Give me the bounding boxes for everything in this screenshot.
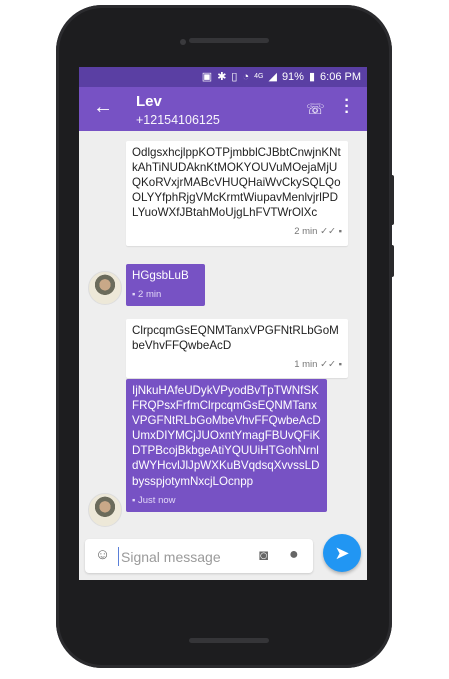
message-time: 1 min	[294, 359, 318, 371]
message-text: ClrpcqmGsEQNMTanxVPGFNtRLbGoMbeVhvFFQwbe…	[132, 324, 339, 353]
message-meta: ▪ Just now	[132, 493, 321, 508]
message-text: IjNkuHAfeUDykVPyodBvTpTWNfSKFRQPsxFrfmCl…	[132, 384, 321, 488]
message-bubble-incoming[interactable]: IjNkuHAfeUDykVPyodBvTpTWNfSKFRQPsxFrfmCl…	[126, 379, 327, 512]
lock-icon: ▪	[132, 289, 136, 301]
sd-card-icon: ▣	[201, 71, 213, 83]
send-button[interactable]: ➤	[323, 534, 361, 572]
front-camera	[180, 39, 186, 45]
message-time: Just now	[138, 494, 176, 506]
battery-icon: ▮	[308, 71, 316, 83]
delivered-icon: ✓✓	[320, 226, 336, 238]
message-bubble-incoming[interactable]: HGgsbLuB ▪ 2 min	[126, 264, 205, 307]
emoji-icon[interactable]: ☺	[95, 546, 110, 563]
message-list[interactable]: OdlgsxhcjlppKOTPjmbblCJBbtCnwjnKNtkAhTiN…	[79, 131, 367, 532]
phone-call-icon[interactable]: ☏	[306, 100, 325, 118]
more-vert-icon[interactable]: · · ·	[344, 93, 350, 121]
status-time: 6:06 PM	[320, 70, 361, 83]
message-meta: 2 min ✓✓ ▪	[132, 224, 342, 239]
avatar[interactable]	[88, 271, 122, 305]
message-time: 2 min	[294, 226, 318, 238]
avatar[interactable]	[88, 493, 122, 527]
message-bubble-outgoing[interactable]: ClrpcqmGsEQNMTanxVPGFNtRLbGoMbeVhvFFQwbe…	[126, 319, 348, 379]
power-button	[390, 245, 394, 277]
message-bubble-outgoing[interactable]: OdlgsxhcjlppKOTPjmbblCJBbtCnwjnKNtkAhTiN…	[126, 141, 348, 246]
signal-icon: ◢	[268, 71, 277, 83]
message-input[interactable]	[119, 545, 253, 569]
message-composer: ☺ ◙ ●	[85, 539, 313, 573]
network-label: 4G	[254, 73, 264, 80]
earpiece-speaker	[189, 38, 269, 43]
status-bar: ▣ ✱ ▯ ◔ 4G ◢ 91% ▮ 6:06 PM	[79, 67, 367, 87]
volume-button	[390, 175, 394, 225]
message-time: 2 min	[138, 289, 162, 301]
lock-icon: ▪	[338, 226, 342, 238]
vibrate-icon: ▯	[231, 71, 238, 83]
message-meta: 1 min ✓✓ ▪	[132, 357, 342, 372]
send-icon: ➤	[334, 543, 350, 563]
camera-icon[interactable]: ◙	[259, 547, 268, 564]
contact-name[interactable]: Lev	[136, 93, 162, 110]
message-text: HGgsbLuB	[132, 269, 189, 282]
mic-icon[interactable]: ●	[289, 546, 299, 564]
lock-icon: ▪	[338, 359, 342, 371]
bluetooth-icon: ✱	[217, 71, 227, 83]
screen: ▣ ✱ ▯ ◔ 4G ◢ 91% ▮ 6:06 PM ← Lev +121541…	[79, 67, 367, 580]
message-text: OdlgsxhcjlppKOTPjmbblCJBbtCnwjnKNtkAhTiN…	[132, 146, 341, 220]
arrow-back-icon[interactable]: ←	[93, 97, 113, 117]
lock-icon: ▪	[132, 494, 136, 506]
contact-number[interactable]: +12154106125	[136, 113, 220, 127]
bottom-speaker	[189, 638, 269, 643]
wifi-icon: ◔	[242, 70, 250, 83]
message-meta: ▪ 2 min	[132, 287, 200, 302]
app-bar: ← Lev +12154106125 ☏ · · ·	[79, 87, 367, 131]
battery-percent: 91%	[281, 70, 304, 83]
delivered-icon: ✓✓	[320, 359, 336, 371]
